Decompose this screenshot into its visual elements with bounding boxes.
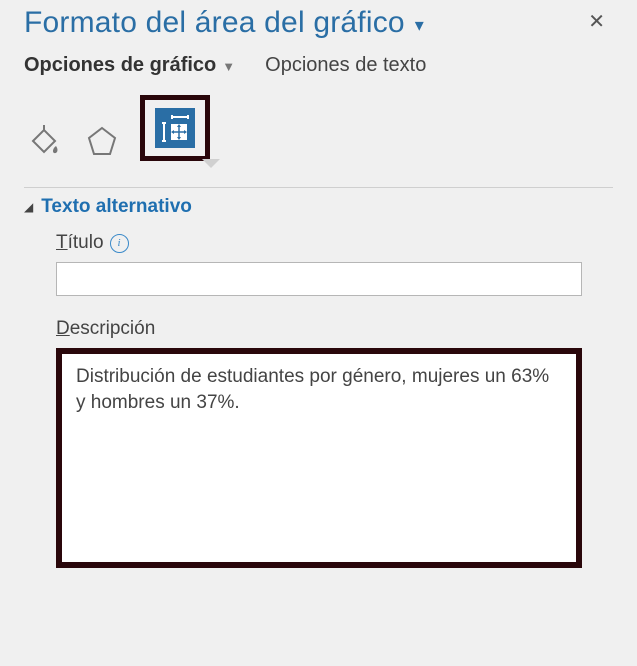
fill-line-category[interactable] [24,121,64,161]
close-icon: ✕ [588,11,605,33]
alt-text-section: ◢ Texto alternativo Título i Descripción [24,196,613,568]
info-icon[interactable]: i [110,234,129,253]
pentagon-icon [85,124,119,158]
alt-text-description-input[interactable] [62,354,576,562]
title-field-block: Título i [56,232,613,296]
format-chart-area-pane: Formato del área del gráfico ▾ ✕ Opcione… [0,0,637,666]
description-field-block: Descripción [56,318,613,568]
alt-text-title-input[interactable] [56,262,582,296]
title-label-row: Título i [56,232,613,254]
tab-text-options[interactable]: Opciones de texto [265,54,426,77]
pane-title: Formato del área del gráfico [24,6,405,40]
alt-text-section-header[interactable]: ◢ Texto alternativo [24,196,613,218]
tab-label: Opciones de texto [265,54,426,77]
collapse-triangle-icon: ◢ [24,200,33,214]
chevron-down-icon: ▾ [415,15,424,36]
title-label: Título [56,232,104,254]
pane-header-row: Formato del área del gráfico ▾ ✕ [24,6,613,40]
options-subtabs: Opciones de gráfico ▼ Opciones de texto [24,54,613,77]
chevron-down-icon: ▼ [222,59,235,74]
selected-category-pointer [202,159,220,168]
description-label-row: Descripción [56,318,613,340]
effects-category[interactable] [82,121,122,161]
size-properties-icon [158,111,192,145]
section-title: Texto alternativo [41,196,192,218]
close-button[interactable]: ✕ [580,6,613,38]
description-highlight-frame [56,348,582,568]
divider [24,187,613,188]
pane-title-dropdown[interactable]: Formato del área del gráfico ▾ [24,6,424,40]
tab-label: Opciones de gráfico [24,54,216,77]
category-icon-row [24,95,613,161]
size-properties-category[interactable] [140,95,210,161]
tab-chart-options[interactable]: Opciones de gráfico ▼ [24,54,235,77]
description-label: Descripción [56,318,155,340]
paint-bucket-icon [27,124,61,158]
